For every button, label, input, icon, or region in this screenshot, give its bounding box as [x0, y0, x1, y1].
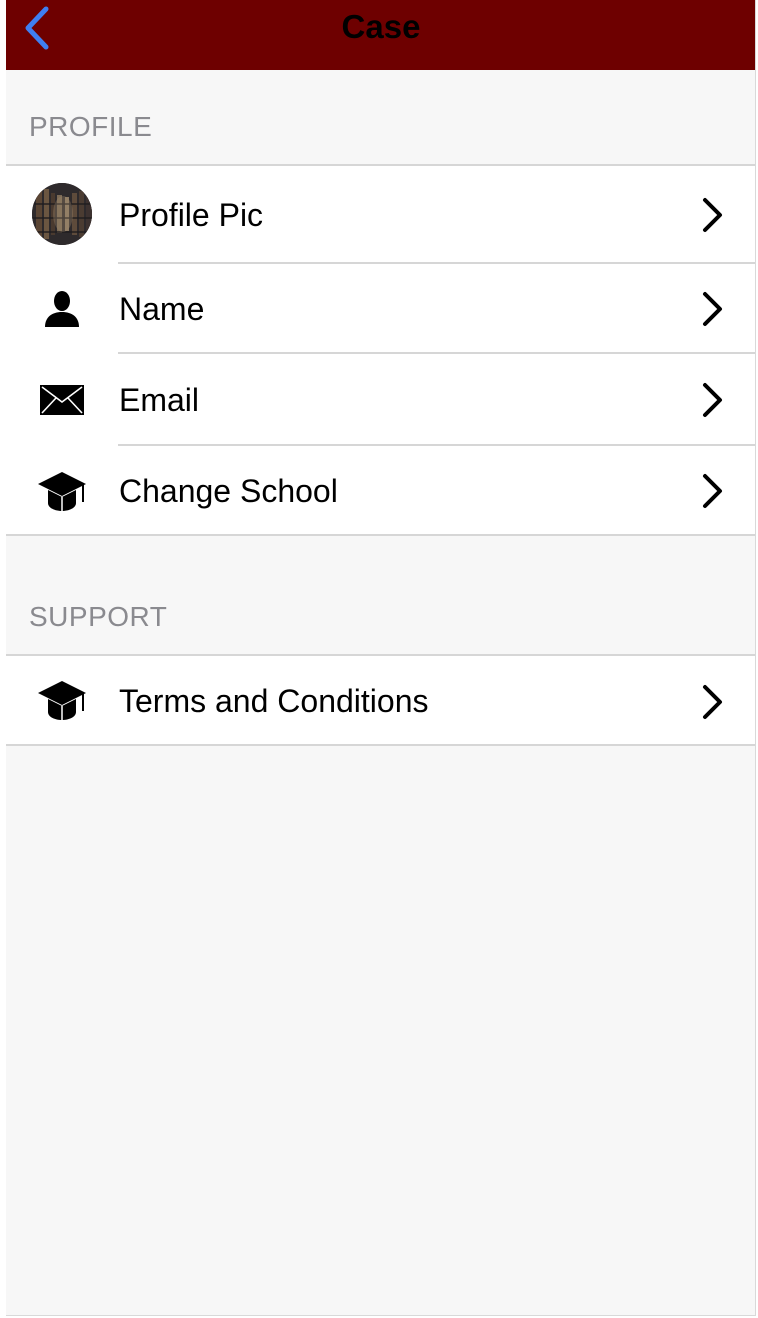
- chevron-right-icon: [703, 685, 722, 719]
- row-label-terms-and-conditions: Terms and Conditions: [119, 683, 429, 719]
- row-label-name: Name: [119, 291, 205, 327]
- graduation-cap-icon: [32, 461, 92, 521]
- chevron-right-icon: [703, 198, 722, 232]
- graduation-cap-icon: [32, 670, 92, 730]
- row-terms-and-conditions[interactable]: Terms and Conditions: [6, 656, 755, 744]
- page-title: Case: [341, 8, 421, 45]
- row-label-change-school: Change School: [119, 473, 338, 509]
- envelope-icon: [32, 370, 92, 430]
- profile-group: Profile Pic Name Email Change School: [6, 164, 755, 536]
- chevron-right-icon: [703, 292, 722, 326]
- avatar: [32, 183, 92, 245]
- nav-bar: Case: [6, 0, 755, 70]
- section-header-profile: PROFILE: [29, 111, 153, 142]
- settings-screen: Case PROFILE Profile Pic Name Email Chan…: [6, 0, 756, 1316]
- person-icon: [32, 279, 92, 339]
- chevron-right-icon: [703, 474, 722, 508]
- row-label-profile-pic: Profile Pic: [119, 197, 264, 233]
- row-label-email: Email: [119, 382, 200, 418]
- chevron-right-icon: [703, 383, 722, 417]
- row-change-school[interactable]: Change School: [6, 446, 755, 536]
- row-name[interactable]: Name: [6, 264, 755, 354]
- row-email[interactable]: Email: [6, 354, 755, 446]
- row-profile-pic[interactable]: Profile Pic: [6, 166, 755, 264]
- section-header-support: SUPPORT: [29, 601, 168, 632]
- support-group: Terms and Conditions: [6, 654, 755, 746]
